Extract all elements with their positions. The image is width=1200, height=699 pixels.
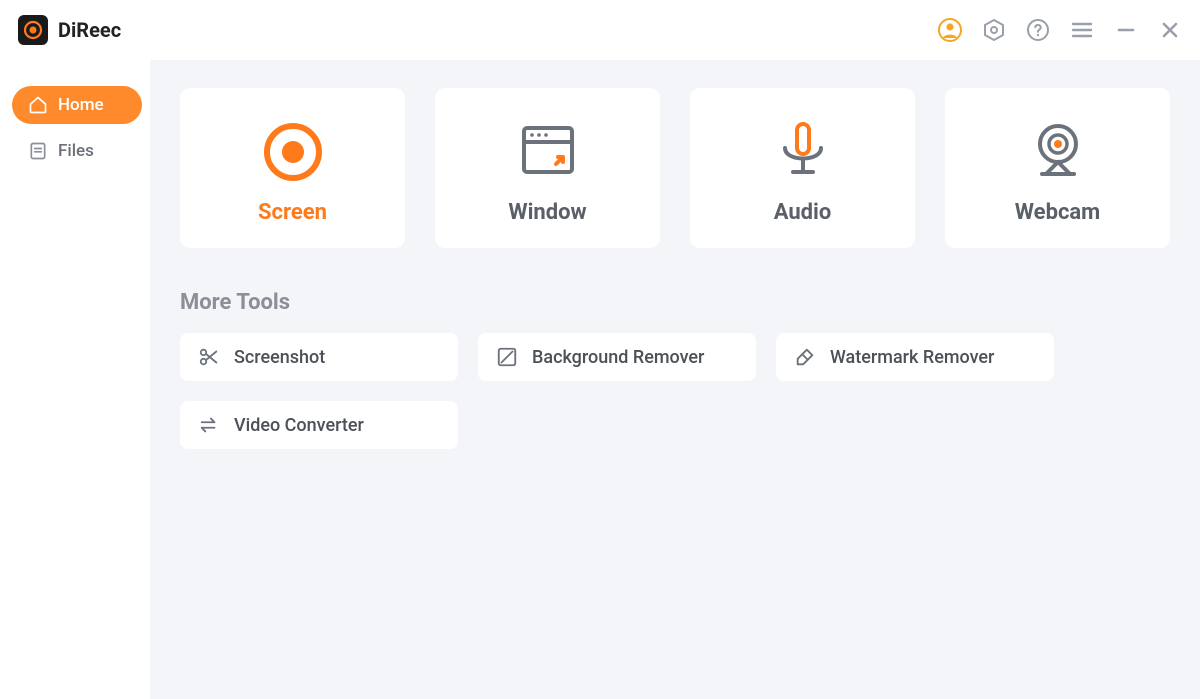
tool-label: Background Remover [532, 347, 704, 368]
sidebar: Home Files [0, 60, 150, 699]
mode-label: Audio [774, 200, 832, 225]
mode-label: Window [508, 200, 586, 225]
settings-button[interactable] [980, 16, 1008, 44]
screen-record-icon [257, 116, 329, 188]
sidebar-item-label: Files [58, 141, 94, 161]
help-button[interactable] [1024, 16, 1052, 44]
help-circle-icon [1026, 18, 1050, 42]
tool-watermark-remover[interactable]: Watermark Remover [776, 333, 1054, 381]
mode-window[interactable]: Window [435, 88, 660, 248]
more-tools-list: Screenshot Background Remover Watermark … [180, 333, 1170, 449]
tool-background-remover[interactable]: Background Remover [478, 333, 756, 381]
webcam-icon [1022, 116, 1094, 188]
mode-webcam[interactable]: Webcam [945, 88, 1170, 248]
tool-video-converter[interactable]: Video Converter [180, 401, 458, 449]
user-circle-icon [937, 17, 963, 43]
minimize-icon [1116, 20, 1136, 40]
app-logo [18, 15, 48, 45]
background-remove-icon [496, 346, 518, 368]
tool-label: Screenshot [234, 347, 325, 368]
mode-audio[interactable]: Audio [690, 88, 915, 248]
microphone-icon [767, 116, 839, 188]
titlebar: DiReec [0, 0, 1200, 60]
eraser-icon [794, 346, 816, 368]
convert-arrows-icon [198, 414, 220, 436]
close-button[interactable] [1156, 16, 1184, 44]
mode-label: Webcam [1015, 200, 1100, 225]
menu-icon [1071, 19, 1093, 41]
titlebar-actions [936, 16, 1184, 44]
home-icon [28, 95, 48, 115]
sidebar-item-label: Home [58, 95, 104, 115]
sidebar-item-files[interactable]: Files [12, 132, 142, 170]
app-name: DiReec [58, 18, 121, 42]
tool-screenshot[interactable]: Screenshot [180, 333, 458, 381]
sidebar-item-home[interactable]: Home [12, 86, 142, 124]
tool-label: Watermark Remover [830, 347, 994, 368]
account-button[interactable] [936, 16, 964, 44]
files-icon [28, 141, 48, 161]
scissors-icon [198, 346, 220, 368]
window-icon [512, 116, 584, 188]
more-tools-heading: More Tools [180, 290, 1170, 315]
menu-button[interactable] [1068, 16, 1096, 44]
close-icon [1160, 20, 1180, 40]
mode-screen[interactable]: Screen [180, 88, 405, 248]
main-content: Screen Window [150, 60, 1200, 699]
tool-label: Video Converter [234, 415, 364, 436]
settings-hex-icon [982, 18, 1006, 42]
recording-modes: Screen Window [180, 88, 1170, 248]
minimize-button[interactable] [1112, 16, 1140, 44]
mode-label: Screen [258, 200, 327, 225]
record-circle-icon [23, 20, 43, 40]
